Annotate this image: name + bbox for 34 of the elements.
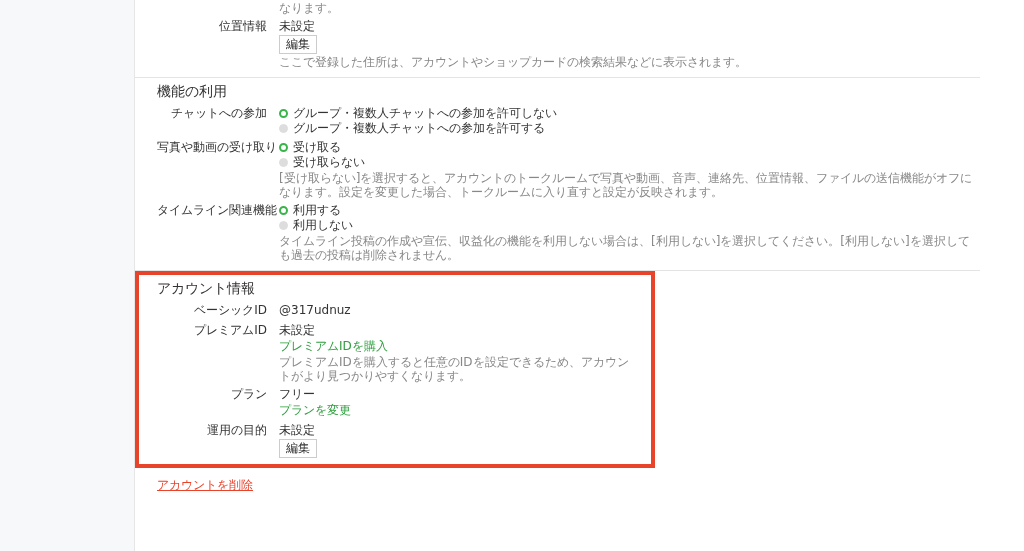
radio-label[interactable]: 受け取る xyxy=(293,140,341,155)
help-text: [受け取らない]を選択すると、アカウントのトークルームで写真や動画、音声、連絡先、位置情報、ファイルの送信機能がオフになります。設定を変更した場合、トークルームに入り直すと設定が反映されます。 xyxy=(279,171,974,199)
field-label: 位置情報 xyxy=(218,19,268,35)
action-link[interactable]: プランを変更 xyxy=(279,403,351,417)
action-link[interactable]: プレミアムIDを購入 xyxy=(279,339,388,353)
radio-label[interactable]: 利用しない xyxy=(293,218,353,233)
field-label: チャットへの参加 xyxy=(170,106,268,122)
field-label: 運用の目的 xyxy=(206,423,268,439)
field-label: ベーシックID xyxy=(193,303,268,319)
section-title: 機能の利用 xyxy=(157,82,228,101)
help-text: なります。 xyxy=(279,1,340,15)
section-title: アカウント情報 xyxy=(157,279,256,298)
help-text: タイムライン投稿の作成や宣伝、収益化の機能を利用しない場合は、[利用しない]を選択してください。[利用しない]を選択しても過去の投稿は削除されません。 xyxy=(279,234,971,262)
radio-button[interactable] xyxy=(279,109,288,118)
radio-label[interactable]: グループ・複数人チャットへの参加を許可する xyxy=(293,121,545,136)
field-label: プレミアムID xyxy=(193,323,268,339)
field-label: タイムライン関連機能 xyxy=(157,203,278,219)
radio-label[interactable]: グループ・複数人チャットへの参加を許可しない xyxy=(293,106,557,121)
radio-label[interactable]: 受け取らない xyxy=(293,155,365,170)
field-value: 未設定 xyxy=(279,323,316,338)
radio-label[interactable]: 利用する xyxy=(293,203,341,218)
field-label: 写真や動画の受け取り xyxy=(157,140,278,156)
field-value: @317udnuz xyxy=(279,303,351,318)
field-value: 未設定 xyxy=(279,19,316,34)
radio-button[interactable] xyxy=(279,143,288,152)
field-value: 未設定 xyxy=(279,423,316,438)
edit-button[interactable]: 編集 xyxy=(279,35,317,54)
edit-button[interactable]: 編集 xyxy=(279,439,317,458)
help-text: ここで登録した住所は、アカウントやショップカードの検索結果などに表示されます。 xyxy=(279,55,748,69)
field-value: フリー xyxy=(279,387,316,402)
help-text: プレミアムIDを購入すると任意のIDを設定できるため、アカウントがより見つかりやすくなります。 xyxy=(279,355,630,383)
delete-account-link[interactable]: アカウントを削除 xyxy=(157,478,253,492)
radio-button[interactable] xyxy=(279,206,288,215)
field-label: プラン xyxy=(230,387,268,403)
